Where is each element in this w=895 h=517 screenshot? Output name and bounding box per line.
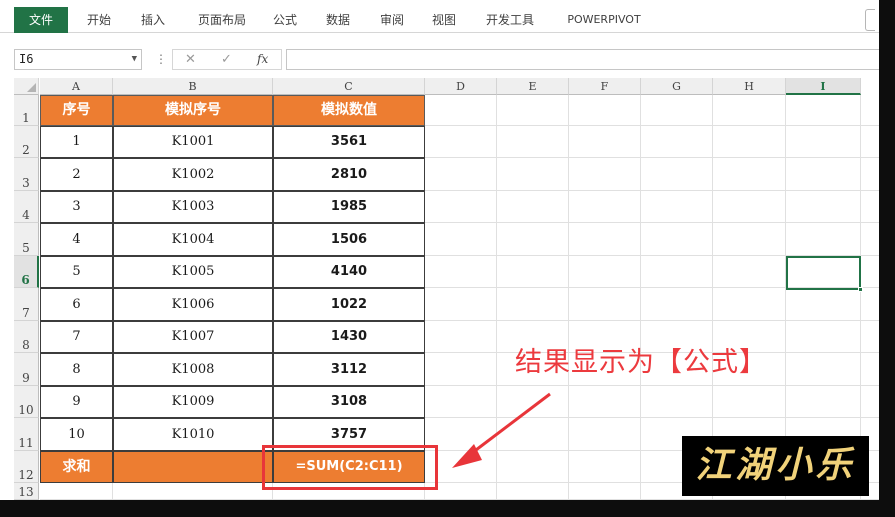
fill-handle[interactable] bbox=[858, 287, 863, 292]
table-cell-value[interactable]: 3108 bbox=[273, 386, 425, 418]
header-cell-sim-index[interactable]: 模拟序号 bbox=[113, 95, 273, 126]
tab-file[interactable]: 文件 bbox=[14, 7, 68, 33]
active-cell-i6[interactable] bbox=[786, 256, 863, 292]
window-frame-bottom bbox=[0, 500, 895, 517]
sum-empty-cell[interactable] bbox=[113, 451, 273, 483]
ribbon-tab-bar: 文件 开始 插入 页面布局 公式 数据 审阅 视图 开发工具 POWERPIVO… bbox=[0, 7, 879, 33]
table-cell-index[interactable]: 7 bbox=[40, 321, 113, 353]
table-cell-code[interactable]: K1006 bbox=[113, 288, 273, 321]
arrow-line bbox=[467, 392, 551, 458]
table-cell-index[interactable]: 3 bbox=[40, 191, 113, 223]
table-cell-index[interactable]: 5 bbox=[40, 256, 113, 288]
logo-text: 江湖小乐 bbox=[695, 444, 856, 486]
table-cell-value[interactable]: 1985 bbox=[273, 191, 425, 223]
table-cell-value[interactable]: 1022 bbox=[273, 288, 425, 321]
table-cell-value[interactable]: 3112 bbox=[273, 353, 425, 386]
table-cell-value[interactable]: 3561 bbox=[273, 126, 425, 158]
table-cell-code[interactable]: K1005 bbox=[113, 256, 273, 288]
header-cell-sim-value[interactable]: 模拟数值 bbox=[273, 95, 425, 126]
table-cell-code[interactable]: K1001 bbox=[113, 126, 273, 158]
formula-input[interactable] bbox=[286, 49, 879, 70]
window-frame-right bbox=[879, 0, 895, 517]
tab-home[interactable]: 开始 bbox=[78, 7, 120, 33]
chevron-down-icon[interactable]: ▼ bbox=[132, 50, 137, 69]
table-cell-code[interactable]: K1004 bbox=[113, 223, 273, 256]
tab-data[interactable]: 数据 bbox=[318, 7, 358, 33]
excel-window: 文件 开始 插入 页面布局 公式 数据 审阅 视图 开发工具 POWERPIVO… bbox=[0, 0, 895, 517]
table-cell-index[interactable]: 8 bbox=[40, 353, 113, 386]
name-box-value: I6 bbox=[19, 52, 34, 66]
insert-function-icon[interactable]: fx bbox=[257, 50, 268, 69]
table-cell-code[interactable]: K1002 bbox=[113, 158, 273, 191]
table-cell-code[interactable]: K1003 bbox=[113, 191, 273, 223]
formula-highlight-box bbox=[262, 445, 438, 490]
table-cell-value[interactable]: 4140 bbox=[273, 256, 425, 288]
annotation-label: 结果显示为【公式】 bbox=[515, 347, 767, 378]
sum-label-cell[interactable]: 求和 bbox=[40, 451, 113, 483]
table-cell-value[interactable]: 2810 bbox=[273, 158, 425, 191]
tab-developer[interactable]: 开发工具 bbox=[478, 7, 542, 33]
ribbon-collapse-edge[interactable] bbox=[865, 9, 875, 31]
enter-icon[interactable]: ✓ bbox=[221, 50, 232, 69]
table-cell-code[interactable]: K1007 bbox=[113, 321, 273, 353]
tab-formulas[interactable]: 公式 bbox=[268, 7, 302, 33]
grip-dots-icon[interactable]: ⋮ bbox=[155, 51, 167, 68]
table-cell-value[interactable]: 1506 bbox=[273, 223, 425, 256]
header-cell-index[interactable]: 序号 bbox=[40, 95, 113, 126]
tab-view[interactable]: 视图 bbox=[424, 7, 464, 33]
formula-buttons: ✕ ✓ fx bbox=[172, 49, 282, 70]
tab-review[interactable]: 审阅 bbox=[372, 7, 412, 33]
formula-bar-row: I6 ▼ ⋮ ✕ ✓ fx bbox=[0, 48, 879, 72]
arrow-annotation bbox=[452, 392, 551, 468]
table-cell-value[interactable]: 1430 bbox=[273, 321, 425, 353]
table-cell-index[interactable]: 4 bbox=[40, 223, 113, 256]
cancel-icon[interactable]: ✕ bbox=[185, 50, 196, 69]
tab-powerpivot[interactable]: POWERPIVOT bbox=[556, 7, 652, 33]
table-cell-index[interactable]: 2 bbox=[40, 158, 113, 191]
table-cell-code[interactable]: K1010 bbox=[113, 418, 273, 451]
table-cell-index[interactable]: 9 bbox=[40, 386, 113, 418]
tab-page-layout[interactable]: 页面布局 bbox=[186, 7, 258, 33]
table-cell-index[interactable]: 10 bbox=[40, 418, 113, 451]
name-box[interactable]: I6 ▼ bbox=[14, 49, 142, 70]
table-cell-code[interactable]: K1009 bbox=[113, 386, 273, 418]
table-cell-code[interactable]: K1008 bbox=[113, 353, 273, 386]
table-cell-index[interactable]: 1 bbox=[40, 126, 113, 158]
table-cell-index[interactable]: 6 bbox=[40, 288, 113, 321]
watermark-logo: 江湖小乐 bbox=[682, 436, 869, 496]
tab-insert[interactable]: 插入 bbox=[132, 7, 174, 33]
